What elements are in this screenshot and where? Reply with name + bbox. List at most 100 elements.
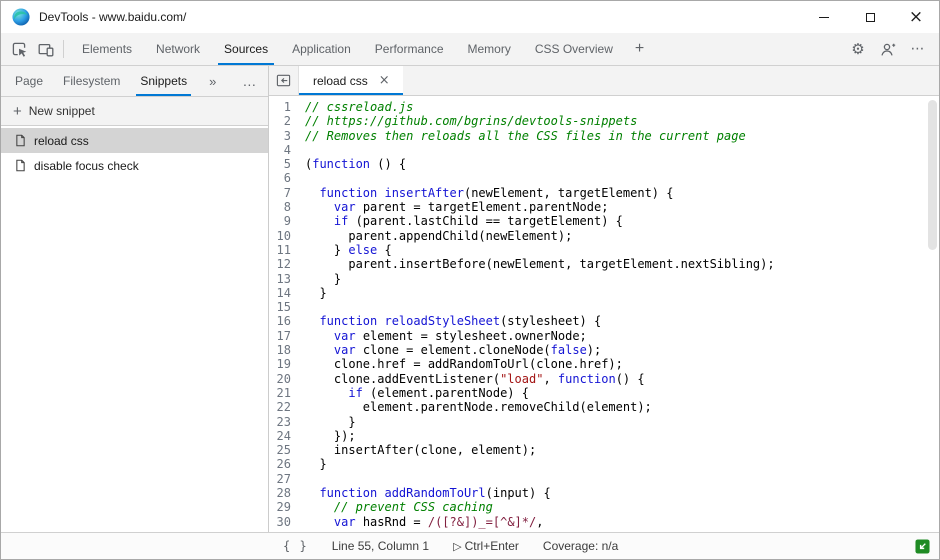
- line-number[interactable]: 19: [269, 357, 305, 371]
- snippet-item-reload-css[interactable]: reload css: [1, 128, 268, 153]
- line-number[interactable]: 16: [269, 314, 305, 328]
- more-options-icon[interactable]: ⋯: [905, 41, 931, 57]
- code-line[interactable]: 17 var element = stylesheet.ownerNode;: [269, 329, 939, 343]
- line-number[interactable]: 8: [269, 200, 305, 214]
- code-line[interactable]: 15: [269, 300, 939, 314]
- code-line[interactable]: 24 });: [269, 429, 939, 443]
- tab-snippets[interactable]: Snippets: [130, 66, 197, 96]
- code-line[interactable]: 1// cssreload.js: [269, 100, 939, 114]
- editor-tab-reload-css[interactable]: reload css ×: [299, 66, 403, 95]
- tab-overflow-icon[interactable]: »: [209, 74, 216, 89]
- code-line[interactable]: 30 var hasRnd = /([?&])_=[^&]*/,: [269, 515, 939, 529]
- device-toolbar-icon[interactable]: [33, 34, 59, 65]
- code-line[interactable]: 8 var parent = targetElement.parentNode;: [269, 200, 939, 214]
- navigator-more-icon[interactable]: …: [242, 73, 257, 89]
- code-line[interactable]: 6: [269, 171, 939, 185]
- line-number[interactable]: 28: [269, 486, 305, 500]
- tab-application[interactable]: Application: [280, 33, 363, 65]
- code-line[interactable]: 27: [269, 472, 939, 486]
- line-number[interactable]: 27: [269, 472, 305, 486]
- close-button[interactable]: ×: [893, 1, 939, 33]
- inspect-element-icon[interactable]: [7, 34, 33, 65]
- line-number[interactable]: 7: [269, 186, 305, 200]
- line-number[interactable]: 1: [269, 100, 305, 114]
- code-line[interactable]: 13 }: [269, 272, 939, 286]
- tab-sources[interactable]: Sources: [212, 33, 280, 65]
- code-line[interactable]: 28 function addRandomToUrl(input) {: [269, 486, 939, 500]
- tab-filesystem[interactable]: Filesystem: [53, 66, 130, 96]
- tab-elements[interactable]: Elements: [70, 33, 144, 65]
- feedback-person-icon[interactable]: [875, 42, 901, 58]
- code-line[interactable]: 18 var clone = element.cloneNode(false);: [269, 343, 939, 357]
- main-toolbar: Elements Network Sources Application Per…: [1, 33, 939, 66]
- code-line[interactable]: 29 // prevent CSS caching: [269, 500, 939, 514]
- more-tools-button[interactable]: +: [625, 33, 654, 65]
- code-line[interactable]: 2// https://github.com/bgrins/devtools-s…: [269, 114, 939, 128]
- code-line[interactable]: 9 if (parent.lastChild == targetElement)…: [269, 214, 939, 228]
- line-number[interactable]: 11: [269, 243, 305, 257]
- code-line[interactable]: 10 parent.appendChild(newElement);: [269, 229, 939, 243]
- code-line[interactable]: 12 parent.insertBefore(newElement, targe…: [269, 257, 939, 271]
- code-line[interactable]: 11 } else {: [269, 243, 939, 257]
- tab-network[interactable]: Network: [144, 33, 212, 65]
- tab-page[interactable]: Page: [5, 66, 53, 96]
- line-number[interactable]: 4: [269, 143, 305, 157]
- code-line[interactable]: 5(function () {: [269, 157, 939, 171]
- code-line[interactable]: 26 }: [269, 457, 939, 471]
- line-number[interactable]: 2: [269, 114, 305, 128]
- new-snippet-button[interactable]: + New snippet: [1, 97, 268, 126]
- snippet-item-disable-focus-check[interactable]: disable focus check: [1, 153, 268, 178]
- line-number[interactable]: 30: [269, 515, 305, 529]
- code-line[interactable]: 23 }: [269, 415, 939, 429]
- line-number[interactable]: 25: [269, 443, 305, 457]
- tab-performance[interactable]: Performance: [363, 33, 456, 65]
- close-tab-icon[interactable]: ×: [376, 71, 393, 90]
- line-number[interactable]: 3: [269, 129, 305, 143]
- vertical-scrollbar-thumb[interactable]: [928, 100, 937, 250]
- code-line[interactable]: 22 element.parentNode.removeChild(elemen…: [269, 400, 939, 414]
- code-line[interactable]: 7 function insertAfter(newElement, targe…: [269, 186, 939, 200]
- minimize-button[interactable]: [801, 1, 847, 33]
- code-line-text: } else {: [305, 243, 392, 257]
- green-status-icon[interactable]: [915, 539, 930, 554]
- line-number[interactable]: 12: [269, 257, 305, 271]
- line-number[interactable]: 10: [269, 229, 305, 243]
- code-editor[interactable]: 1// cssreload.js2// https://github.com/b…: [269, 96, 939, 532]
- line-number[interactable]: 29: [269, 500, 305, 514]
- line-number[interactable]: 21: [269, 386, 305, 400]
- code-line[interactable]: 21 if (element.parentNode) {: [269, 386, 939, 400]
- line-number[interactable]: 6: [269, 171, 305, 185]
- close-icon: ×: [909, 9, 923, 26]
- code-line[interactable]: 14 }: [269, 286, 939, 300]
- line-number[interactable]: 20: [269, 372, 305, 386]
- line-number[interactable]: 18: [269, 343, 305, 357]
- line-number[interactable]: 23: [269, 415, 305, 429]
- hide-navigator-icon[interactable]: [269, 66, 299, 95]
- line-number[interactable]: 26: [269, 457, 305, 471]
- code-line[interactable]: 16 function reloadStyleSheet(stylesheet)…: [269, 314, 939, 328]
- code-line[interactable]: 20 clone.addEventListener("load", functi…: [269, 372, 939, 386]
- line-number[interactable]: 24: [269, 429, 305, 443]
- code-line[interactable]: 3// Removes then reloads all the CSS fil…: [269, 129, 939, 143]
- code-line-text: var hasRnd = /([?&])_=[^&]*/,: [305, 515, 543, 529]
- code-line[interactable]: 4: [269, 143, 939, 157]
- maximize-button[interactable]: [847, 1, 893, 33]
- code-line-text: parent.insertBefore(newElement, targetEl…: [305, 257, 775, 271]
- code-line-text: }: [305, 457, 327, 471]
- tab-memory[interactable]: Memory: [456, 33, 523, 65]
- plus-icon: +: [13, 103, 22, 120]
- line-number[interactable]: 17: [269, 329, 305, 343]
- line-number[interactable]: 15: [269, 300, 305, 314]
- line-number[interactable]: 14: [269, 286, 305, 300]
- line-number[interactable]: 13: [269, 272, 305, 286]
- code-line[interactable]: 25 insertAfter(clone, element);: [269, 443, 939, 457]
- line-number[interactable]: 22: [269, 400, 305, 414]
- code-line-text: parent.appendChild(newElement);: [305, 229, 572, 243]
- settings-gear-icon[interactable]: ⚙: [845, 40, 871, 58]
- line-number[interactable]: 9: [269, 214, 305, 228]
- snippet-list: reload css disable focus check: [1, 126, 268, 532]
- pretty-print-icon[interactable]: { }: [283, 539, 308, 553]
- line-number[interactable]: 5: [269, 157, 305, 171]
- code-line[interactable]: 19 clone.href = addRandomToUrl(clone.hre…: [269, 357, 939, 371]
- tab-css-overview[interactable]: CSS Overview: [523, 33, 625, 65]
